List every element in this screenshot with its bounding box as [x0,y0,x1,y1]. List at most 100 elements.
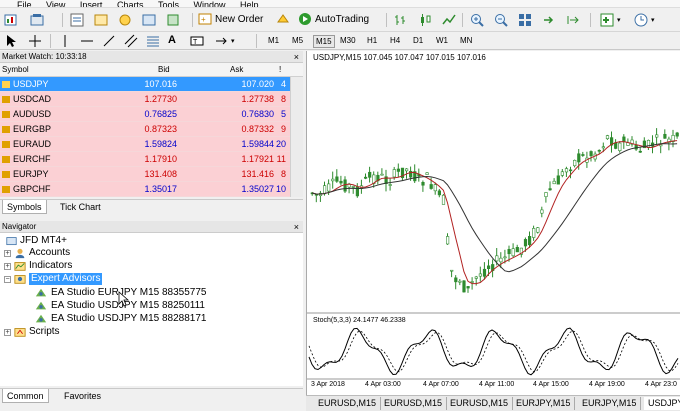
new-order-button[interactable]: + New Order [198,12,263,26]
close-icon[interactable]: × [294,221,299,233]
menu-file[interactable]: File [17,1,32,8]
menu-view[interactable]: View [46,1,65,8]
candlestick-button[interactable] [418,13,432,27]
timeframe-m1[interactable]: M1 [266,35,281,46]
timeframe-m15[interactable]: M15 [313,35,335,48]
market-watch-row[interactable]: GBPCHF 1.35017 1.35027 10 [0,182,290,197]
chart-tab[interactable]: EURUSD,M15 [380,397,448,410]
tree-item-indicators[interactable]: + Indicators [4,260,72,272]
time-label: 4 Apr 23:0 [645,381,677,388]
line-chart-button[interactable] [442,13,456,27]
chart-tab[interactable]: EURJPY,M15 [512,397,576,410]
autotrading-label: AutoTrading [315,13,370,25]
ask-value: 1.35027 [241,184,274,194]
indicators-button[interactable]: ▾ [600,13,621,27]
zoom-in-button[interactable] [470,13,484,27]
tab-favorites[interactable]: Favorites [60,389,105,403]
candle-body [433,184,437,192]
menu-charts[interactable]: Charts [117,1,144,8]
tab-tick-chart[interactable]: Tick Chart [56,200,105,214]
candlestick-icon [421,14,431,26]
ask-value: 1.17921 [241,154,274,164]
svg-text:+: + [201,15,206,24]
column-symbol[interactable]: Symbol [2,63,29,77]
arrows-button[interactable]: ▾ [214,34,235,48]
candle-body [392,169,396,178]
menu-tools[interactable]: Tools [158,1,179,8]
tree-item-accounts[interactable]: + Accounts [4,247,70,259]
menu-insert[interactable]: Insert [80,1,103,8]
candle-body [503,256,507,259]
column-ask[interactable]: Ask [230,63,243,77]
metaeditor-button[interactable] [276,12,290,26]
expand-icon[interactable]: + [4,262,11,270]
tree-item-expert-advisors[interactable]: − Expert Advisors [4,273,103,285]
spread-value: 11 [276,154,286,164]
expand-icon[interactable]: + [4,328,11,336]
chart-window[interactable]: USDJPY,M15 107.045 107.047 107.015 107.0… [306,51,680,395]
terminal-toggle[interactable] [142,13,156,27]
timeframe-h4[interactable]: H4 [388,35,402,46]
timeframe-m30[interactable]: M30 [338,35,358,46]
timeframe-h1[interactable]: H1 [365,35,379,46]
equidistant-channel-button[interactable] [124,34,138,48]
market-watch-row[interactable]: AUDUSD 0.76825 0.76830 5 [0,107,290,122]
timeframe-d1[interactable]: D1 [411,35,425,46]
market-watch-row[interactable]: EURAUD 1.59824 1.59844 20 [0,137,290,152]
chart-tab-active[interactable]: USDJPY,M [644,397,680,410]
autotrading-button[interactable]: AutoTrading [298,12,369,26]
tree-root[interactable]: JFD MT4+ [6,235,67,247]
timeframe-mn[interactable]: MN [458,35,474,46]
column-spread[interactable]: ! [279,63,281,77]
tab-symbols[interactable]: Symbols [2,200,47,214]
new-chart-button[interactable] [4,13,18,27]
market-watch-row[interactable]: EURGBP 0.87323 0.87332 9 [0,122,290,137]
market-watch-row[interactable]: EURJPY 131.408 131.416 8 [0,167,290,182]
expert-icon [35,301,47,310]
price-chart[interactable] [307,51,680,395]
text-label-button[interactable]: T [190,34,204,48]
expand-icon[interactable]: + [4,249,11,257]
close-icon[interactable]: × [294,51,299,63]
chart-tab[interactable]: EURJPY,M15 [578,397,642,410]
tile-windows-button[interactable] [518,13,532,27]
market-watch-row[interactable]: USDCAD 1.27730 1.27738 8 [0,92,290,107]
menu-help[interactable]: Help [240,1,259,8]
vertical-line-button[interactable] [58,34,72,48]
cursor-button[interactable] [4,34,18,48]
strategy-tester-toggle[interactable] [166,13,180,27]
tree-item-expert-3[interactable]: EA Studio USDJPY M15 88288171 [34,313,206,325]
menu-window[interactable]: Window [194,1,226,8]
fibonacci-button[interactable] [146,34,160,48]
chart-tab[interactable]: EURUSD,M15 [314,397,382,410]
collapse-icon[interactable]: − [4,275,11,283]
tree-item-scripts[interactable]: + Scripts [4,326,60,338]
trendline-button[interactable] [102,34,116,48]
tab-common[interactable]: Common [2,389,49,403]
spread-value: 4 [280,79,286,89]
crosshair-button[interactable] [28,34,42,48]
periods-button[interactable]: ▾ [634,13,655,27]
chart-tab[interactable]: EURUSD,M15 [446,397,514,410]
chart-shift-button[interactable] [566,13,580,27]
column-bid[interactable]: Bid [158,63,170,77]
timeframe-w1[interactable]: W1 [434,35,450,46]
timeframe-m5[interactable]: M5 [290,35,305,46]
bar-chart-button[interactable] [394,13,408,27]
data-window-toggle[interactable] [94,13,108,27]
horizontal-line-button[interactable] [80,34,94,48]
navigator-toggle[interactable] [118,13,132,27]
profiles-button[interactable] [30,13,44,27]
autoscroll-button[interactable] [542,13,556,27]
market-watch-row[interactable]: EURCHF 1.17910 1.17921 11 [0,152,290,167]
ask-value: 1.27738 [241,94,274,104]
market-watch-scrollbar[interactable] [290,77,303,197]
navigator-title-text: Navigator [2,222,37,231]
symbol-name: EURAUD [13,139,52,149]
zoom-out-button[interactable] [494,13,508,27]
market-watch-row[interactable]: USDJPY 107.016 107.020 4 [0,77,290,92]
text-button[interactable]: A [168,34,176,46]
market-watch-toggle[interactable] [70,13,84,27]
horizontal-line-icon [81,40,93,42]
symbol-flag-icon [2,81,10,88]
